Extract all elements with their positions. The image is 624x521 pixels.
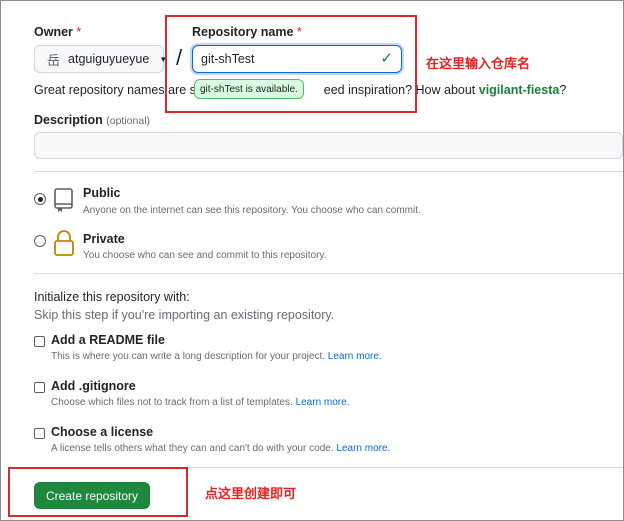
license-learn-more-link[interactable]: Learn more. [336, 443, 390, 454]
public-radio[interactable] [34, 193, 46, 205]
gitignore-desc: Choose which files not to track from a l… [51, 397, 350, 408]
readme-checkbox[interactable] [34, 336, 45, 347]
public-title: Public [83, 186, 121, 200]
readme-desc: This is where you can write a long descr… [51, 351, 382, 362]
annotation-box-repo-name [165, 15, 417, 113]
license-desc: A license tells others what they can and… [51, 443, 391, 454]
repo-icon [53, 187, 75, 218]
license-title: Choose a license [51, 425, 154, 439]
private-radio[interactable] [34, 235, 46, 247]
owner-dropdown[interactable]: 岳 atguiguyueyue ▼ [34, 45, 167, 73]
public-desc: Anyone on the internet can see this repo… [83, 205, 421, 216]
divider [34, 273, 623, 274]
gitignore-checkbox[interactable] [34, 382, 45, 393]
init-heading: Initialize this repository with: [34, 290, 190, 304]
readme-learn-more-link[interactable]: Learn more. [328, 351, 382, 362]
annotation-repo-name: 在这里输入仓库名 [426, 56, 531, 71]
description-input[interactable] [34, 132, 623, 159]
owner-value: atguiguyueyue [68, 52, 150, 66]
divider [34, 171, 623, 172]
gitignore-title: Add .gitignore [51, 379, 136, 393]
description-label: Description (optional) [34, 113, 151, 127]
private-desc: You choose who can see and commit to thi… [83, 250, 327, 261]
gitignore-learn-more-link[interactable]: Learn more. [296, 397, 350, 408]
readme-title: Add a README file [51, 333, 165, 347]
init-subheading: Skip this step if you're importing an ex… [34, 308, 335, 322]
private-title: Private [83, 232, 125, 246]
suggested-name-link[interactable]: vigilant-fiesta [479, 83, 560, 97]
owner-label: Owner * [34, 25, 82, 39]
avatar: 岳 [47, 52, 61, 68]
lock-icon [53, 229, 75, 262]
create-repository-form: Owner * 岳 atguiguyueyue ▼ / Repository n… [0, 0, 624, 521]
license-checkbox[interactable] [34, 428, 45, 439]
annotation-create: 点这里创建即可 [205, 486, 297, 501]
annotation-box-create [8, 467, 188, 517]
